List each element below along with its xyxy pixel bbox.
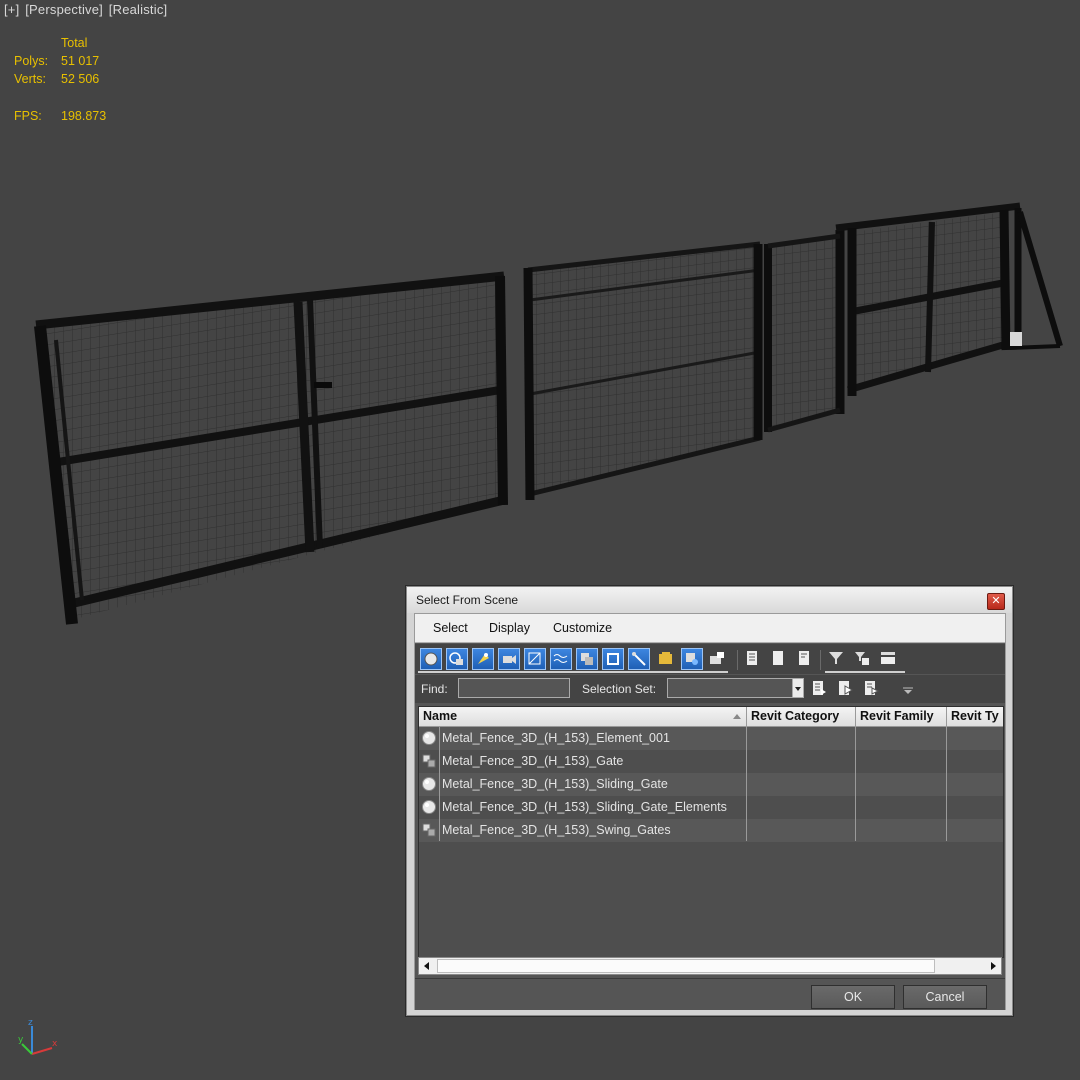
scrollbar-thumb[interactable] [437, 959, 935, 973]
group-icon [422, 823, 436, 837]
toolbar-separator [820, 650, 821, 670]
column-divider [855, 726, 856, 841]
add-to-selection-set-icon[interactable] [835, 678, 857, 700]
dialog-body: Select Display Customize Find: Selection… [414, 613, 1006, 1010]
geometry-sphere-icon [422, 777, 436, 791]
column-name-header[interactable]: Name [419, 707, 747, 726]
geometry-sphere-icon [422, 731, 436, 745]
dialog-button-bar: OK Cancel [415, 978, 1005, 1010]
display-toolbar [415, 644, 1005, 674]
remove-from-selection-set-icon[interactable] [861, 678, 883, 700]
display-containers-icon[interactable] [656, 648, 678, 670]
table-row[interactable]: Metal_Fence_3D_(H_153)_Swing_Gates [419, 819, 1003, 842]
menu-customize[interactable]: Customize [553, 621, 612, 635]
close-button[interactable]: ✕ [987, 593, 1005, 610]
table-row[interactable]: Metal_Fence_3D_(H_153)_Element_001 [419, 727, 1003, 750]
row-name: Metal_Fence_3D_(H_153)_Swing_Gates [442, 823, 671, 837]
display-helpers-icon[interactable] [524, 648, 546, 670]
select-none-icon[interactable] [768, 648, 790, 670]
display-geometry-icon[interactable] [420, 648, 442, 670]
menu-bar: Select Display Customize [415, 614, 1005, 643]
row-name: Metal_Fence_3D_(H_153)_Element_001 [442, 731, 670, 745]
column-revit-family-header[interactable]: Revit Family [856, 707, 947, 726]
display-cameras-icon[interactable] [498, 648, 520, 670]
menu-display[interactable]: Display [489, 621, 530, 635]
table-header: Name Revit Category Revit Family Revit T… [419, 707, 1003, 727]
table-row[interactable]: Metal_Fence_3D_(H_153)_Sliding_Gate_Elem… [419, 796, 1003, 819]
row-name: Metal_Fence_3D_(H_153)_Gate [442, 754, 624, 768]
column-divider [746, 726, 747, 841]
columns-icon[interactable] [878, 648, 900, 670]
display-frozen-icon[interactable] [681, 648, 703, 670]
menu-select[interactable]: Select [433, 621, 468, 635]
filter-group-underline [418, 671, 728, 673]
ok-button[interactable]: OK [811, 985, 895, 1009]
swing-gates[interactable] [34, 271, 508, 625]
axis-x-label: x [52, 1039, 58, 1049]
display-shapes-icon[interactable] [446, 648, 468, 670]
row-name: Metal_Fence_3D_(H_153)_Sliding_Gate [442, 777, 668, 791]
axis-tripod-icon: z x y [18, 1018, 58, 1055]
horizontal-scrollbar[interactable] [418, 957, 1002, 975]
geometry-sphere-icon [422, 800, 436, 814]
table-row[interactable]: Metal_Fence_3D_(H_153)_Gate [419, 750, 1003, 773]
sort-ascending-icon [733, 714, 741, 719]
display-bones-icon[interactable] [628, 648, 650, 670]
fence-panel[interactable] [523, 241, 763, 501]
create-selection-set-icon[interactable] [809, 678, 831, 700]
filter-selected-icon[interactable] [852, 648, 874, 670]
axis-z-label: z [28, 1018, 33, 1028]
selection-set-label: Selection Set: [582, 682, 657, 696]
table-row[interactable]: Metal_Fence_3D_(H_153)_Sliding_Gate [419, 773, 1003, 796]
column-divider [439, 726, 440, 841]
display-lights-icon[interactable] [472, 648, 494, 670]
display-hidden-icon[interactable] [707, 648, 729, 670]
column-divider [946, 726, 947, 841]
selection-set-dropdown[interactable] [792, 678, 804, 698]
select-invert-icon[interactable] [794, 648, 816, 670]
axis-y-label: y [18, 1035, 24, 1045]
find-input[interactable] [458, 678, 570, 698]
sliding-gate[interactable] [764, 202, 1063, 433]
select-from-scene-dialog: Select From Scene ✕ Select Display Custo… [406, 586, 1013, 1016]
scene-object-table: Name Revit Category Revit Family Revit T… [418, 706, 1004, 958]
filter-group-underline [825, 671, 905, 673]
scroll-right-icon[interactable] [985, 958, 1001, 974]
selection-set-input[interactable] [667, 678, 793, 698]
select-all-icon[interactable] [742, 648, 764, 670]
group-icon [422, 754, 436, 768]
display-spacewarps-icon[interactable] [550, 648, 572, 670]
dialog-title: Select From Scene [416, 593, 519, 607]
close-icon: ✕ [991, 594, 1001, 607]
dialog-titlebar[interactable]: Select From Scene ✕ [407, 587, 1012, 613]
find-label: Find: [421, 682, 448, 696]
display-groups-icon[interactable] [576, 648, 598, 670]
column-revit-category-header[interactable]: Revit Category [747, 707, 856, 726]
filter-icon[interactable] [826, 648, 848, 670]
column-revit-type-header[interactable]: Revit Ty [947, 707, 1003, 726]
scroll-left-icon[interactable] [419, 958, 435, 974]
cancel-button[interactable]: Cancel [903, 985, 987, 1009]
toolbar-overflow-icon[interactable] [898, 679, 920, 701]
row-name: Metal_Fence_3D_(H_153)_Sliding_Gate_Elem… [442, 800, 727, 814]
toolbar-separator [737, 650, 738, 670]
display-xrefs-icon[interactable] [602, 648, 624, 670]
find-row: Find: Selection Set: [415, 675, 1005, 703]
